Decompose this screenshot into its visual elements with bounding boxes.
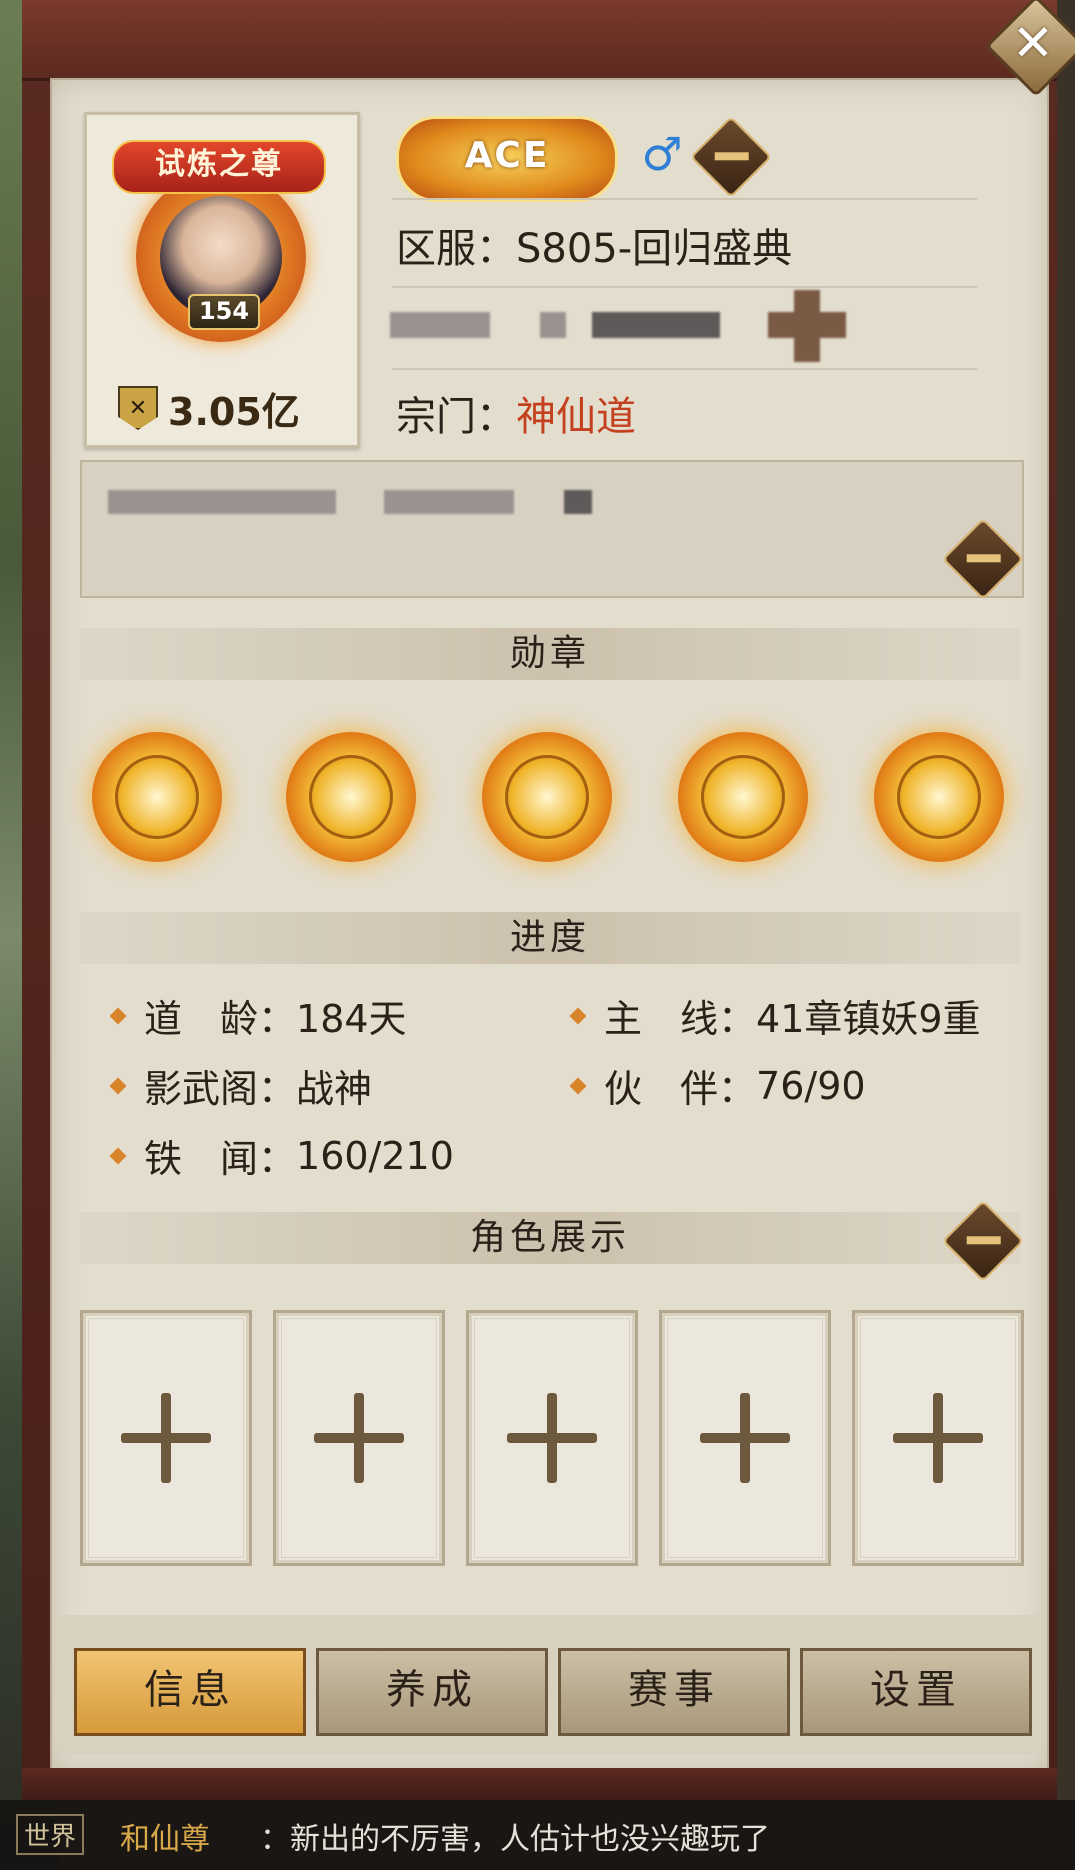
medal-1[interactable] [92, 732, 222, 862]
signature-box[interactable] [80, 460, 1024, 598]
divider [392, 286, 977, 288]
medal-3[interactable] [482, 732, 612, 862]
ace-badge: ACE [396, 116, 618, 202]
tab-events[interactable]: 赛事 [558, 1648, 790, 1736]
stat-main-line: 主 线： 41章镇妖9重 [569, 988, 981, 1043]
edit-signature-button[interactable] [941, 517, 1025, 601]
stat-label: 主 线 [604, 997, 719, 1041]
stat-colon: ： [258, 1137, 297, 1181]
blurred-name [390, 312, 490, 338]
role-slot-4[interactable] [659, 1310, 831, 1566]
bullet-icon [109, 1007, 127, 1024]
medal-4[interactable] [678, 732, 808, 862]
sect-label: 宗门： [396, 394, 516, 440]
tab-settings[interactable]: 设置 [800, 1648, 1032, 1736]
sect-row: 宗门：神仙道 [396, 384, 636, 442]
stat-colon: ： [718, 1067, 757, 1111]
chat-channel-tag: 世界 [16, 1814, 85, 1855]
stat-colon: ： [718, 997, 757, 1041]
close-icon[interactable]: ✕ [1006, 16, 1060, 70]
role-slot-1[interactable] [80, 1310, 252, 1566]
bottom-bar [22, 1768, 1057, 1800]
stat-iron-lore: 铁 闻： 160/210 [109, 1128, 454, 1183]
stat-shadow-pavilion: 影武阁：战神 [109, 1058, 373, 1113]
chat-sender-name[interactable]: 和仙尊 [120, 1814, 210, 1858]
stat-value: 战神 [296, 1067, 373, 1111]
rename-button[interactable] [689, 115, 773, 199]
stat-colon: ： [258, 997, 297, 1041]
divider [392, 368, 977, 370]
bullet-icon [109, 1077, 127, 1094]
stat-label: 伙 伴 [604, 1067, 719, 1111]
level-badge: 154 [188, 294, 260, 330]
edit-showcase-button[interactable] [941, 1199, 1025, 1283]
blurred-signature [384, 490, 514, 514]
blurred-avatar [794, 290, 820, 362]
sect-value[interactable]: 神仙道 [516, 394, 636, 440]
tab-cultivation[interactable]: 养成 [316, 1648, 548, 1736]
power-shield-icon: ✕ [118, 386, 158, 430]
power-value: 3.05亿 [168, 389, 300, 434]
medal-icon [505, 755, 589, 839]
brush-icon[interactable] [941, 1199, 1025, 1283]
role-slot-5[interactable] [852, 1310, 1024, 1566]
bullet-icon [109, 1147, 127, 1164]
brush-icon[interactable] [941, 517, 1025, 601]
plus-icon [314, 1393, 404, 1483]
medal-icon [897, 755, 981, 839]
medals-header: 勋章 [80, 628, 1020, 680]
medal-5[interactable] [874, 732, 1004, 862]
stat-colon: ： [258, 1067, 297, 1111]
stat-value: 160/210 [296, 1133, 454, 1178]
role-slot-3[interactable] [466, 1310, 638, 1566]
plus-icon [121, 1393, 211, 1483]
plus-icon [507, 1393, 597, 1483]
brush-icon[interactable] [689, 115, 773, 199]
stat-value: 184天 [296, 997, 407, 1041]
plus-icon [700, 1393, 790, 1483]
plus-icon [893, 1393, 983, 1483]
male-gender-icon: ♂ [641, 127, 683, 181]
stat-value: 41章镇妖9重 [756, 997, 981, 1041]
medal-2[interactable] [286, 732, 416, 862]
server-text: 区服：S805-回归盛典 [396, 226, 793, 272]
stat-value: 76/90 [756, 1063, 866, 1108]
medal-icon [701, 755, 785, 839]
tab-info[interactable]: 信息 [74, 1648, 306, 1736]
blurred-name [592, 312, 720, 338]
top-bar [22, 0, 1057, 81]
stat-label: 影武阁 [144, 1067, 259, 1111]
power-row: ✕ 3.05亿 [118, 386, 300, 434]
medal-icon [115, 755, 199, 839]
divider [392, 198, 977, 200]
blurred-signature [564, 490, 592, 514]
blurred-name [540, 312, 566, 338]
showcase-header: 角色展示 [80, 1212, 1020, 1264]
role-slot-2[interactable] [273, 1310, 445, 1566]
progress-header: 进度 [80, 912, 1020, 964]
blurred-signature [108, 490, 336, 514]
stat-label: 铁 闻 [144, 1137, 259, 1181]
title-banner: 试炼之尊 [112, 140, 326, 194]
bullet-icon [569, 1007, 587, 1024]
stat-partners: 伙 伴： 76/90 [569, 1058, 866, 1113]
medal-icon [309, 755, 393, 839]
chat-message: ：新出的不厉害，人估计也没兴趣玩了 [260, 1822, 770, 1857]
stat-label: 道 龄 [144, 997, 259, 1041]
stat-dao-age: 道 龄： 184天 [109, 988, 407, 1043]
chat-strip[interactable]: 世界 和仙尊 ：新出的不厉害，人估计也没兴趣玩了 [0, 1800, 1075, 1870]
bullet-icon [569, 1077, 587, 1094]
